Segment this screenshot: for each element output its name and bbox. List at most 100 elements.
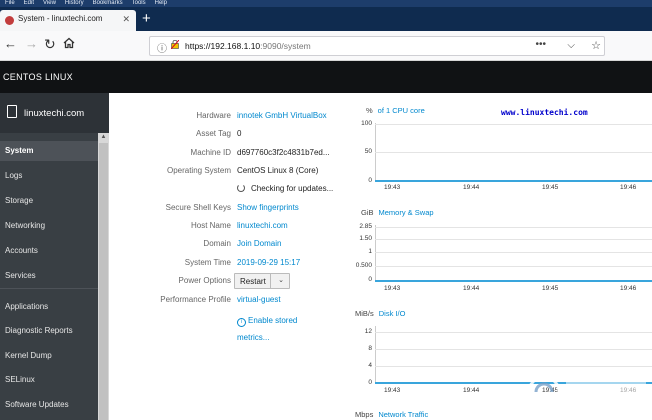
url-text: https://192.168.1.10:9090/system: [185, 41, 311, 51]
power-options-label: Power Options: [178, 276, 231, 285]
disk-title-link[interactable]: Disk I/O: [379, 309, 406, 318]
disk-xtick: 19:44: [463, 387, 480, 394]
sidebar-item-kernel-dump[interactable]: Kernel Dump: [0, 346, 98, 366]
memory-ytick: 0: [368, 276, 372, 283]
os-label: Operating System: [166, 166, 231, 175]
updates-text: Checking for updates...: [251, 184, 334, 193]
scrollbar-thumb[interactable]: [99, 143, 108, 420]
disk-ytick: 4: [368, 362, 372, 369]
menu-help[interactable]: Help: [155, 0, 167, 6]
cpu-xtick: 19:44: [463, 184, 480, 191]
menu-edit[interactable]: Edit: [24, 0, 34, 6]
cpu-gridline: [375, 124, 652, 125]
cpu-ytick: 100: [361, 120, 372, 127]
memory-ytick: 1.50: [359, 235, 372, 242]
hostname-link[interactable]: linuxtechi.com: [237, 221, 288, 230]
sidebar-item-networking[interactable]: Networking: [0, 216, 98, 236]
system-time-link[interactable]: 2019-09-29 15:17: [237, 258, 300, 267]
disk-gridline: [375, 332, 652, 333]
sidebar-item-software-updates[interactable]: Software Updates: [0, 395, 98, 415]
cpu-title-link[interactable]: of 1 CPU core: [378, 106, 425, 115]
menu-view[interactable]: View: [43, 0, 56, 6]
asset-tag-value: 0: [237, 129, 242, 138]
insecure-lock-icon[interactable]: [171, 40, 179, 49]
memory-ytick: 0.500: [355, 262, 372, 269]
memory-ytick: 2.85: [359, 223, 372, 230]
browser-tab[interactable]: System - linuxtechi.com ✕: [0, 10, 136, 31]
hardware-row: Hardware innotek GmbH VirtualBox: [109, 111, 357, 125]
url-path: :9090/system: [260, 41, 311, 51]
pocket-icon[interactable]: ⌵: [567, 40, 575, 51]
cpu-xtick: 19:45: [542, 184, 559, 191]
sidebar-item-storage[interactable]: Storage: [0, 191, 98, 211]
page-actions-icon[interactable]: •••: [535, 39, 546, 50]
sidebar-item-system[interactable]: System: [0, 141, 98, 161]
disk-unit: MiB/s: [355, 309, 374, 318]
sidebar-item-accounts[interactable]: Accounts: [0, 241, 98, 261]
menu-history[interactable]: History: [65, 0, 84, 6]
disk-io-chart-title: MiB/s Disk I/O: [355, 309, 405, 318]
bookmark-star-icon[interactable]: ☆: [591, 39, 601, 52]
performance-profile-link[interactable]: virtual-guest: [237, 295, 281, 304]
memory-xtick: 19:46: [620, 285, 637, 292]
system-time-row: System Time 2019-09-29 15:17: [109, 258, 357, 272]
os-row: Operating System CentOS Linux 8 (Core): [109, 166, 357, 180]
disk-gridline: [375, 349, 652, 350]
tab-title: System - linuxtechi.com: [18, 14, 103, 23]
sidebar-item-selinux[interactable]: SELinux: [0, 370, 98, 390]
brand-title: CENTOS LINUX: [3, 72, 73, 82]
scroll-up-icon[interactable]: ▲: [99, 133, 108, 142]
machine-id-value: d697760c3f2c4831b7ed...: [237, 148, 330, 157]
memory-gridline: [375, 227, 652, 228]
updates-status: Checking for updates...: [237, 184, 333, 193]
back-button[interactable]: ←: [4, 37, 17, 51]
restart-button-group: Restart ⌄: [234, 273, 290, 289]
forward-button[interactable]: →: [25, 37, 38, 51]
home-icon: [63, 37, 75, 49]
new-tab-button[interactable]: +: [142, 11, 151, 26]
address-bar[interactable]: ⓘ https://192.168.1.10:9090/system ••• ⌵…: [149, 36, 605, 56]
system-info-panel: Hardware innotek GmbH VirtualBox Asset T…: [109, 93, 357, 420]
corner-logo: [527, 375, 646, 409]
show-fingerprints-link[interactable]: Show fingerprints: [237, 203, 299, 212]
menu-bookmarks[interactable]: Bookmarks: [93, 0, 123, 6]
asset-tag-label: Asset Tag: [196, 129, 231, 138]
cpu-ytick: 0: [368, 177, 372, 184]
sidebar-item-services[interactable]: Services: [0, 266, 98, 286]
disk-ytick: 12: [364, 328, 372, 335]
cpu-xtick: 19:46: [620, 184, 637, 191]
cpu-xtick: 19:43: [384, 184, 401, 191]
server-icon: [7, 105, 17, 118]
network-unit: Mbps: [355, 410, 374, 419]
memory-unit: GiB: [361, 208, 374, 217]
network-title-link[interactable]: Network Traffic: [378, 410, 428, 419]
enable-stored-metrics-link[interactable]: i Enable stored metrics...: [237, 312, 297, 346]
memory-xtick: 19:43: [384, 285, 401, 292]
menu-file[interactable]: File: [5, 0, 15, 6]
updates-row: Checking for updates...: [109, 184, 357, 198]
power-dropdown-caret-icon[interactable]: ⌄: [270, 274, 291, 288]
sidebar-item-logs[interactable]: Logs: [0, 166, 98, 186]
hardware-label: Hardware: [196, 111, 231, 120]
enable-line2: metrics...: [237, 333, 270, 342]
spinner-icon: [237, 184, 245, 192]
sidebar-item-diagnostic-reports[interactable]: Diagnostic Reports: [0, 321, 98, 341]
join-domain-link[interactable]: Join Domain: [237, 239, 281, 248]
memory-title-link[interactable]: Memory & Swap: [379, 208, 434, 217]
navigation-bar: ← → ↻ ⓘ https://192.168.1.10:9090/system…: [0, 31, 652, 61]
sidebar-item-applications[interactable]: Applications: [0, 297, 98, 317]
performance-profile-label: Performance Profile: [160, 295, 231, 304]
memory-gridline: [375, 252, 652, 253]
home-button[interactable]: [63, 37, 75, 52]
sidebar-scrollbar[interactable]: ▲: [98, 133, 109, 420]
host-selector[interactable]: linuxtechi.com: [0, 93, 109, 133]
menu-tools[interactable]: Tools: [132, 0, 146, 6]
memory-chart-title: GiB Memory & Swap: [361, 208, 434, 217]
cpu-chart-title: % of 1 CPU core: [366, 106, 425, 115]
reload-button[interactable]: ↻: [44, 37, 56, 51]
domain-row: Domain Join Domain: [109, 239, 357, 253]
hardware-link[interactable]: innotek GmbH VirtualBox: [237, 111, 327, 120]
close-tab-icon[interactable]: ✕: [122, 14, 130, 25]
restart-button[interactable]: Restart: [240, 277, 266, 286]
domain-label: Domain: [203, 239, 231, 248]
